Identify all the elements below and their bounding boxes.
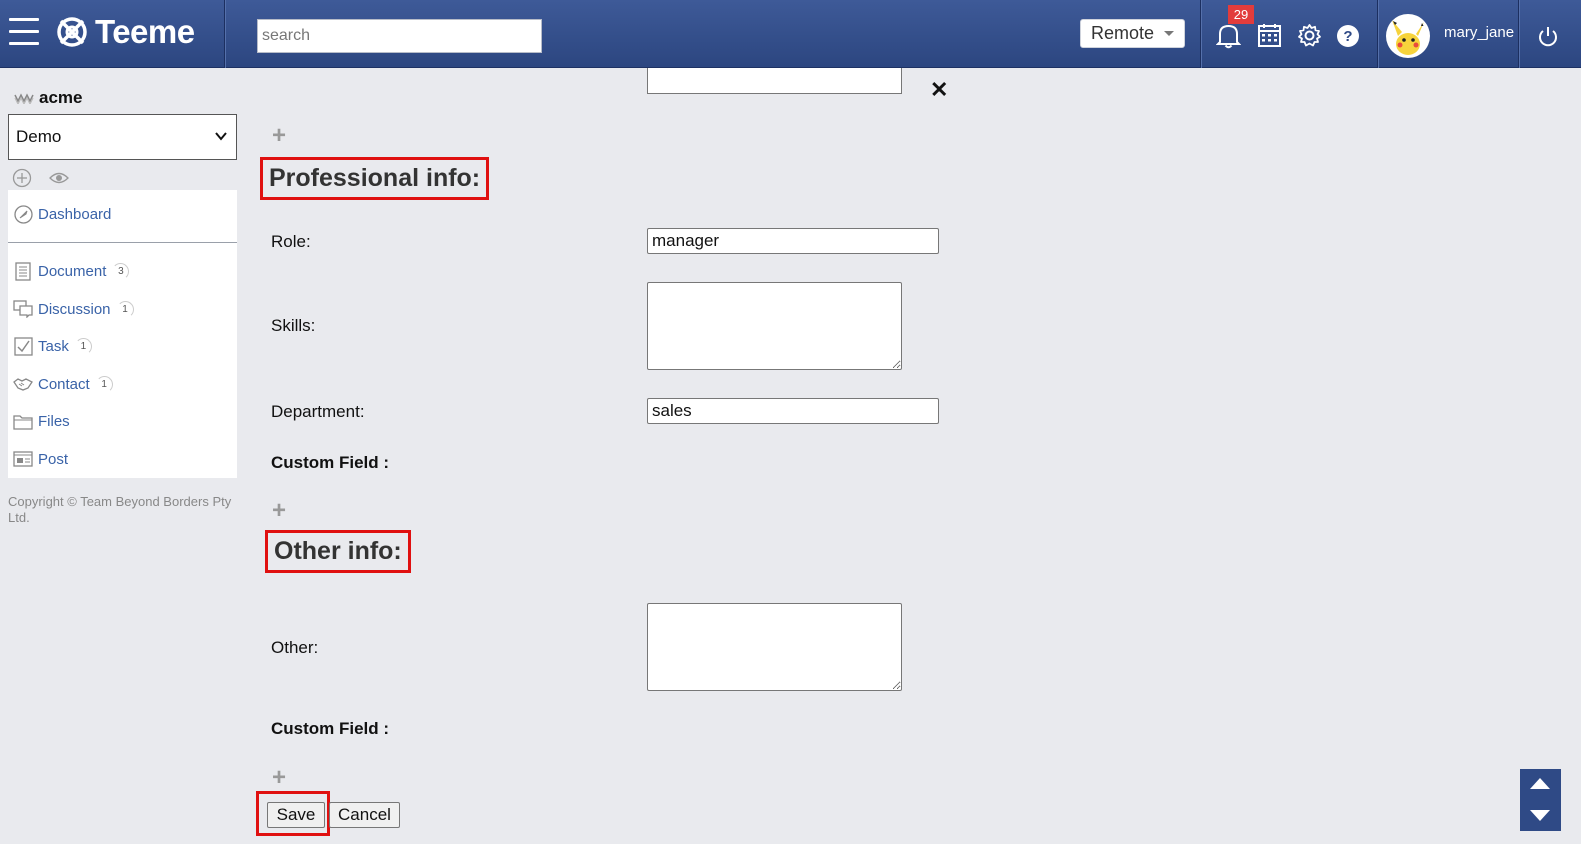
help-icon[interactable]: ? <box>1336 24 1360 48</box>
menu-icon[interactable] <box>9 18 39 46</box>
calendar-icon[interactable] <box>1257 23 1282 48</box>
cancel-button[interactable]: Cancel <box>329 802 400 828</box>
previous-textarea[interactable] <box>647 68 902 94</box>
section-title-professional: Professional info: <box>260 157 490 200</box>
notification-badge: 29 <box>1228 5 1254 24</box>
add-field-icon[interactable]: + <box>272 499 286 523</box>
caret-down-icon <box>1164 31 1175 36</box>
close-icon[interactable]: ✕ <box>930 77 948 103</box>
custom-field-label: Custom Field : <box>271 719 390 738</box>
other-textarea[interactable] <box>647 603 902 691</box>
scroll-controls <box>1520 769 1561 831</box>
divider <box>1200 0 1201 68</box>
avatar[interactable] <box>1386 14 1430 58</box>
custom-field-label: Custom Field : <box>271 453 390 472</box>
bell-icon[interactable] <box>1216 23 1241 49</box>
teeme-logo-icon <box>57 17 87 47</box>
other-label: Other: <box>271 638 319 657</box>
power-icon[interactable] <box>1537 26 1559 48</box>
scroll-down-icon[interactable] <box>1530 810 1550 821</box>
department-input[interactable] <box>647 398 939 424</box>
skills-textarea[interactable] <box>647 282 902 370</box>
add-field-icon[interactable]: + <box>272 766 286 790</box>
divider <box>1518 0 1519 68</box>
gear-icon[interactable] <box>1297 23 1322 48</box>
username[interactable]: mary_jane <box>1444 24 1514 41</box>
mode-dropdown-value: Remote <box>1091 23 1155 43</box>
mode-dropdown[interactable]: Remote <box>1080 19 1185 48</box>
logo[interactable]: Teeme <box>55 13 195 51</box>
top-bar: Teeme Remote 29 ? mary_jane <box>0 0 1581 68</box>
add-field-icon[interactable]: + <box>272 124 286 148</box>
pikachu-avatar-icon <box>1392 20 1424 55</box>
app-name: Teeme <box>95 13 195 50</box>
department-label: Department: <box>271 402 365 421</box>
scroll-up-icon[interactable] <box>1530 778 1550 789</box>
skills-label: Skills: <box>271 316 316 335</box>
divider <box>224 0 225 68</box>
divider <box>1377 0 1378 68</box>
role-label: Role: <box>271 232 311 251</box>
svg-text:?: ? <box>1343 28 1352 45</box>
search-input[interactable] <box>257 19 542 53</box>
role-input[interactable] <box>647 228 939 254</box>
save-button[interactable]: Save <box>267 802 325 828</box>
section-title-other: Other info: <box>265 530 411 573</box>
profile-form: ✕ + Professional info: Role: Skills: Dep… <box>0 68 1581 844</box>
